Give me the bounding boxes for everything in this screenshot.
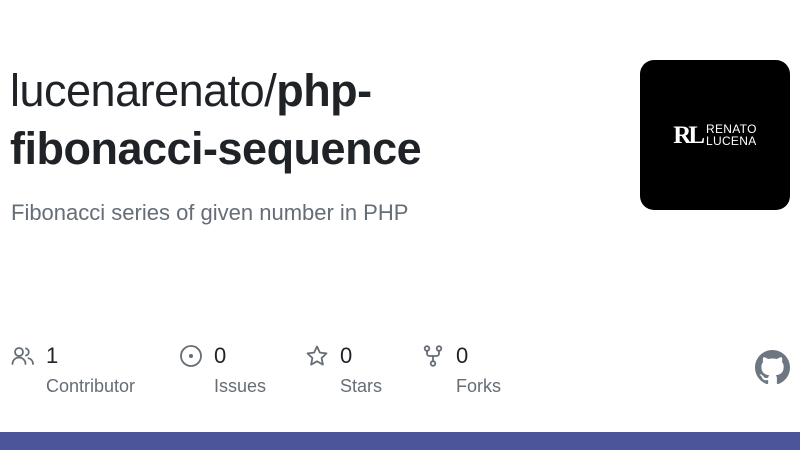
renato-lucena-logo: RL RENATO LUCENA	[673, 123, 756, 148]
repo-title[interactable]: lucenarenato/php-fibonacci-sequence	[10, 62, 610, 178]
stars-label: Stars	[340, 376, 383, 396]
stat-contributors[interactable]: 1 Contributor	[10, 338, 135, 397]
repo-name-part1: php-	[276, 65, 372, 116]
github-logo-icon	[755, 350, 790, 385]
stat-stars[interactable]: 0 Stars	[304, 338, 382, 397]
stat-forks[interactable]: 0 Forks	[420, 338, 501, 397]
repo-name-part2: fibonacci-sequence	[10, 123, 422, 174]
people-icon	[10, 343, 36, 369]
language-color-bar	[0, 432, 800, 450]
star-icon	[304, 343, 330, 369]
repo-description: Fibonacci series of given number in PHP	[11, 200, 409, 225]
logo-mark: RL	[673, 121, 705, 149]
issue-circle-icon	[178, 343, 204, 369]
forks-count: 0	[456, 343, 469, 368]
repo-owner: lucenarenato/	[10, 65, 277, 116]
social-preview-card: lucenarenato/php-fibonacci-sequence Fibo…	[0, 0, 800, 450]
logo-text-line2: LUCENA	[706, 134, 757, 148]
stat-issues[interactable]: 0 Issues	[178, 338, 266, 397]
fork-icon	[420, 343, 446, 369]
issues-label: Issues	[214, 376, 267, 396]
logo-text: RENATO LUCENA	[706, 123, 757, 147]
forks-label: Forks	[456, 376, 501, 396]
contributor-count: 1	[46, 343, 59, 368]
stars-count: 0	[340, 343, 353, 368]
repo-stats: 1 Contributor 0 Issues 0 Stars 0 Forks	[0, 338, 800, 408]
issues-count: 0	[214, 343, 227, 368]
owner-avatar: RL RENATO LUCENA	[640, 60, 790, 210]
contributor-label: Contributor	[46, 376, 136, 396]
